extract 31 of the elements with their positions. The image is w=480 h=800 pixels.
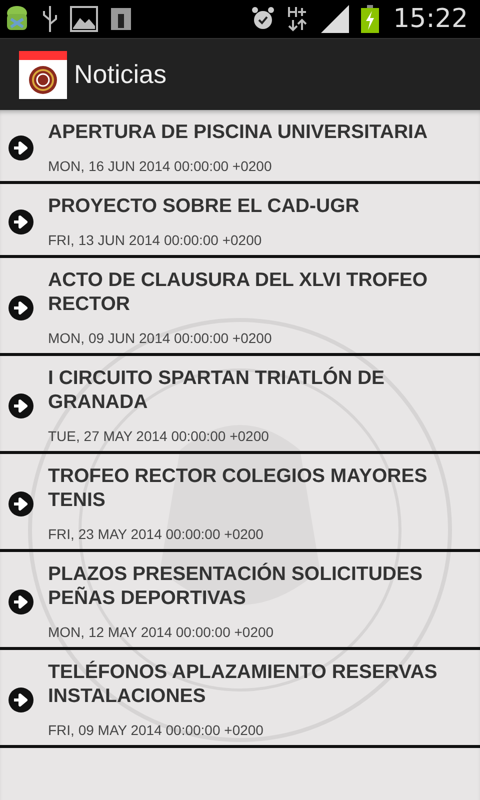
news-date: FRI, 09 MAY 2014 00:00:00 +0200 — [48, 721, 264, 739]
news-title: ACTO DE CLAUSURA DEL XLVI TROFEO RECTOR — [48, 268, 429, 316]
news-date: FRI, 23 MAY 2014 00:00:00 +0200 — [48, 525, 264, 543]
signal-icon — [321, 5, 350, 33]
news-date: TUE, 27 MAY 2014 00:00:00 +0200 — [48, 427, 270, 445]
news-title: PROYECTO SOBRE EL CAD-UGR — [48, 194, 360, 218]
news-title: I CIRCUITO SPARTAN TRIATLÓN DE GRANADA — [48, 366, 386, 414]
alarm-clock-icon — [251, 6, 276, 32]
news-title: APERTURA DE PISCINA UNIVERSITARIA — [48, 120, 428, 144]
news-item[interactable]: ACTO DE CLAUSURA DEL XLVI TROFEO RECTOR MON, 09 JUN 2014 00:00:00 +0200 — [0, 258, 480, 356]
calendar-icon — [110, 7, 132, 31]
image-icon — [70, 6, 98, 32]
network-icon — [287, 6, 310, 32]
news-item[interactable]: TELÉFONOS APLAZAMIENTO RESERVAS INSTALACIONES FRI, 09 MAY 2014 00:00:00 +0200 — [0, 650, 480, 748]
news-title: PLAZOS PRESENTACIÓN SOLICITUDES PEÑAS DEPORTIVAS — [48, 562, 424, 610]
news-item[interactable]: PLAZOS PRESENTACIÓN SOLICITUDES PEÑAS DEPORTIVAS MON, 12 MAY 2014 00:00:00 +0200 — [0, 552, 480, 650]
battery-icon — [361, 5, 380, 33]
news-item[interactable]: I CIRCUITO SPARTAN TRIATLÓN DE GRANADA TUE, 27 MAY 2014 00:00:00 +0200 — [0, 356, 480, 454]
news-date: MON, 16 JUN 2014 00:00:00 +0200 — [48, 157, 273, 175]
news-item[interactable]: PROYECTO SOBRE EL CAD-UGR FRI, 13 JUN 2014 00:00:00 +0200 — [0, 184, 480, 258]
news-title: TELÉFONOS APLAZAMIENTO RESERVAS INSTALACIONES — [48, 660, 438, 708]
news-date: MON, 09 JUN 2014 00:00:00 +0200 — [48, 329, 273, 347]
news-title: TROFEO RECTOR COLEGIOS MAYORES TENIS — [48, 464, 428, 512]
screen-title: Noticias — [74, 59, 166, 90]
news-item[interactable]: APERTURA DE PISCINA UNIVERSITARIA MON, 16 JUN 2014 00:00:00 +0200 — [0, 110, 480, 184]
news-date: MON, 12 MAY 2014 00:00:00 +0200 — [48, 623, 275, 641]
clock-time: 15:22 — [393, 4, 468, 34]
usb-icon — [42, 4, 58, 34]
news-item[interactable]: TROFEO RECTOR COLEGIOS MAYORES TENIS FRI, 23 MAY 2014 00:00:00 +0200 — [0, 454, 480, 552]
news-date: FRI, 13 JUN 2014 00:00:00 +0200 — [48, 231, 263, 249]
logo-icon[interactable] — [19, 50, 67, 98]
